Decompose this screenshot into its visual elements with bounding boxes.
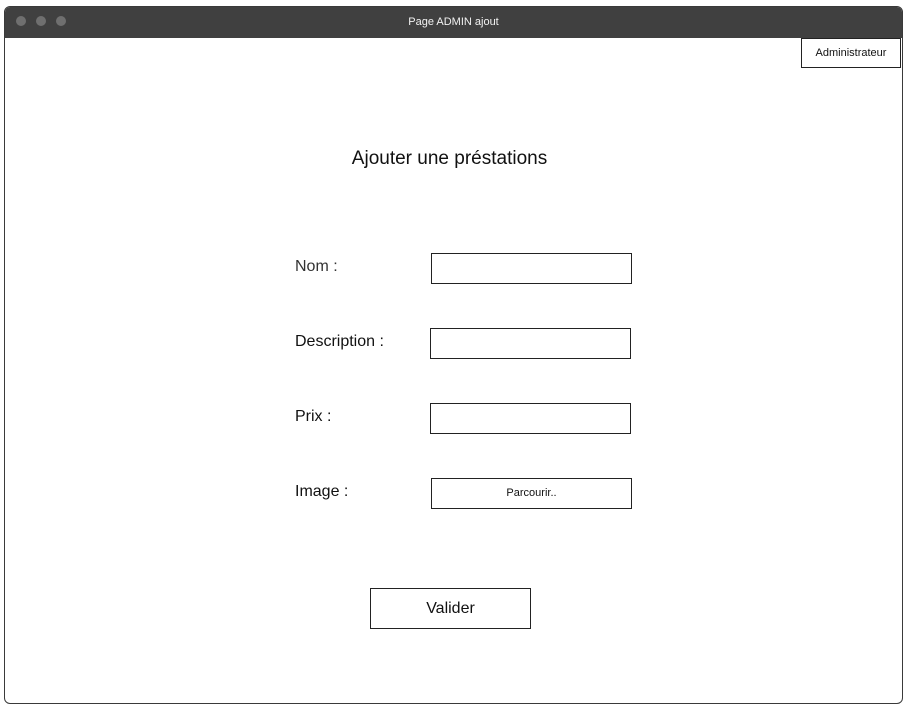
administrator-button[interactable]: Administrateur bbox=[801, 38, 901, 68]
prix-input[interactable] bbox=[430, 403, 631, 434]
title-bar: Page ADMIN ajout bbox=[5, 7, 902, 38]
browse-button[interactable]: Parcourir.. bbox=[431, 478, 632, 509]
window-title: Page ADMIN ajout bbox=[408, 16, 499, 28]
image-label: Image : bbox=[295, 483, 349, 500]
app-window: Page ADMIN ajout Administrateur Ajouter … bbox=[4, 6, 903, 704]
page-title: Ajouter une préstations bbox=[351, 148, 548, 169]
description-input[interactable] bbox=[430, 328, 631, 359]
description-label: Description : bbox=[295, 333, 384, 350]
nom-label: Nom : bbox=[295, 258, 338, 275]
nom-input[interactable] bbox=[431, 253, 632, 284]
prix-label: Prix : bbox=[295, 408, 332, 425]
submit-button[interactable]: Valider bbox=[370, 588, 531, 629]
